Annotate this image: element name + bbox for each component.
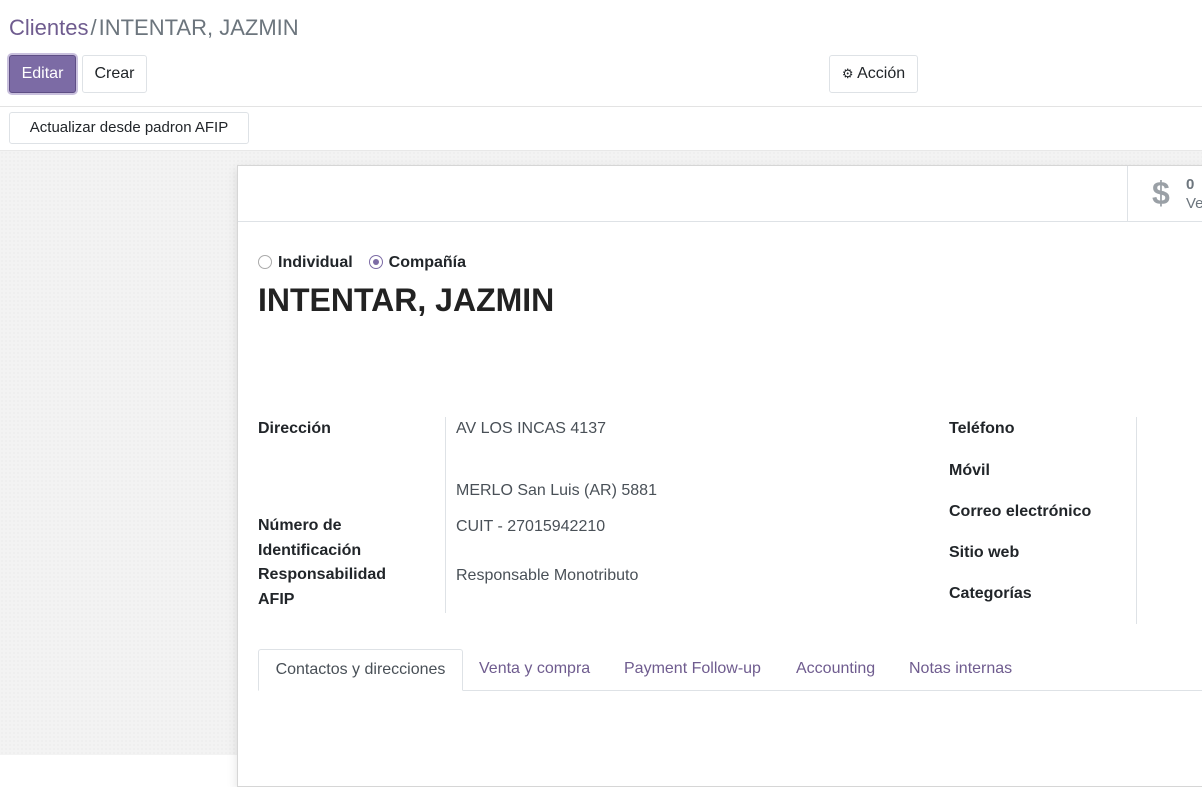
toolbar-divider (0, 106, 1202, 107)
partner-name: INTENTAR, JAZMIN (258, 282, 555, 318)
tab-internal-notes[interactable]: Notas internas (909, 649, 1012, 690)
notebook-tabs: Contactos y direcciones Venta y compra P… (258, 649, 1202, 691)
breadcrumb: Clientes/INTENTAR, JAZMIN (9, 14, 299, 42)
tab-contacts-addresses[interactable]: Contactos y direcciones (258, 649, 463, 691)
dollar-icon: $ (1152, 175, 1170, 211)
website-label: Sitio web (949, 544, 1020, 561)
tab-sales-purchase[interactable]: Venta y compra (479, 649, 590, 690)
stat-label: Ve (1186, 195, 1202, 212)
phone-label: Teléfono (949, 420, 1015, 437)
control-panel: Clientes/INTENTAR, JAZMIN Editar Crear ⚙… (0, 0, 1202, 150)
email-label: Correo electrónico (949, 503, 1092, 520)
action-dropdown-button[interactable]: ⚙ Acción (829, 55, 918, 93)
afip-responsibility-label: Responsabilidad AFIP (258, 563, 386, 612)
afip-responsibility-value: Responsable Monotributo (456, 567, 639, 584)
mobile-label: Móvil (949, 462, 990, 479)
create-button[interactable]: Crear (82, 55, 147, 93)
gear-icon: ⚙ (841, 66, 854, 81)
identification-label-line1: Número de (258, 517, 342, 534)
left-field-divider (445, 417, 446, 613)
company-radio[interactable] (368, 255, 383, 269)
form-sheet: $ 0 Ve Individual Compañía INTENTAR, JAZM… (237, 165, 1202, 787)
tab-payment-followup[interactable]: Payment Follow-up (624, 649, 761, 690)
individual-label[interactable]: Individual (278, 254, 353, 271)
button-box: $ 0 Ve (238, 166, 1202, 222)
address-label: Dirección (258, 420, 331, 437)
company-type-selector: Individual Compañía (258, 254, 482, 272)
sales-stat-button[interactable]: $ 0 Ve (1127, 166, 1202, 221)
afip-responsibility-label-line2: AFIP (258, 590, 295, 608)
breadcrumb-current: INTENTAR, JAZMIN (98, 15, 299, 40)
city-state-zip-value: MERLO San Luis (AR) 5881 (456, 482, 657, 499)
individual-radio[interactable] (258, 255, 272, 269)
company-label[interactable]: Compañía (389, 254, 466, 271)
categories-label: Categorías (949, 585, 1032, 602)
identification-value: CUIT - 27015942210 (456, 518, 606, 535)
breadcrumb-separator: / (90, 15, 97, 40)
stat-value: 0 (1186, 176, 1195, 193)
action-label: Acción (857, 65, 906, 82)
right-field-divider (1136, 417, 1137, 624)
breadcrumb-clientes-link[interactable]: Clientes (9, 15, 88, 40)
afip-responsibility-label-line1: Responsabilidad (258, 566, 387, 583)
identification-label-line2: Identificación (258, 541, 362, 559)
tab-accounting[interactable]: Accounting (796, 649, 875, 690)
street-value: AV LOS INCAS 4137 (456, 420, 606, 437)
edit-button[interactable]: Editar (9, 55, 76, 93)
update-afip-button[interactable]: Actualizar desde padron AFIP (9, 112, 249, 144)
identification-label: Número de Identificación (258, 514, 361, 563)
